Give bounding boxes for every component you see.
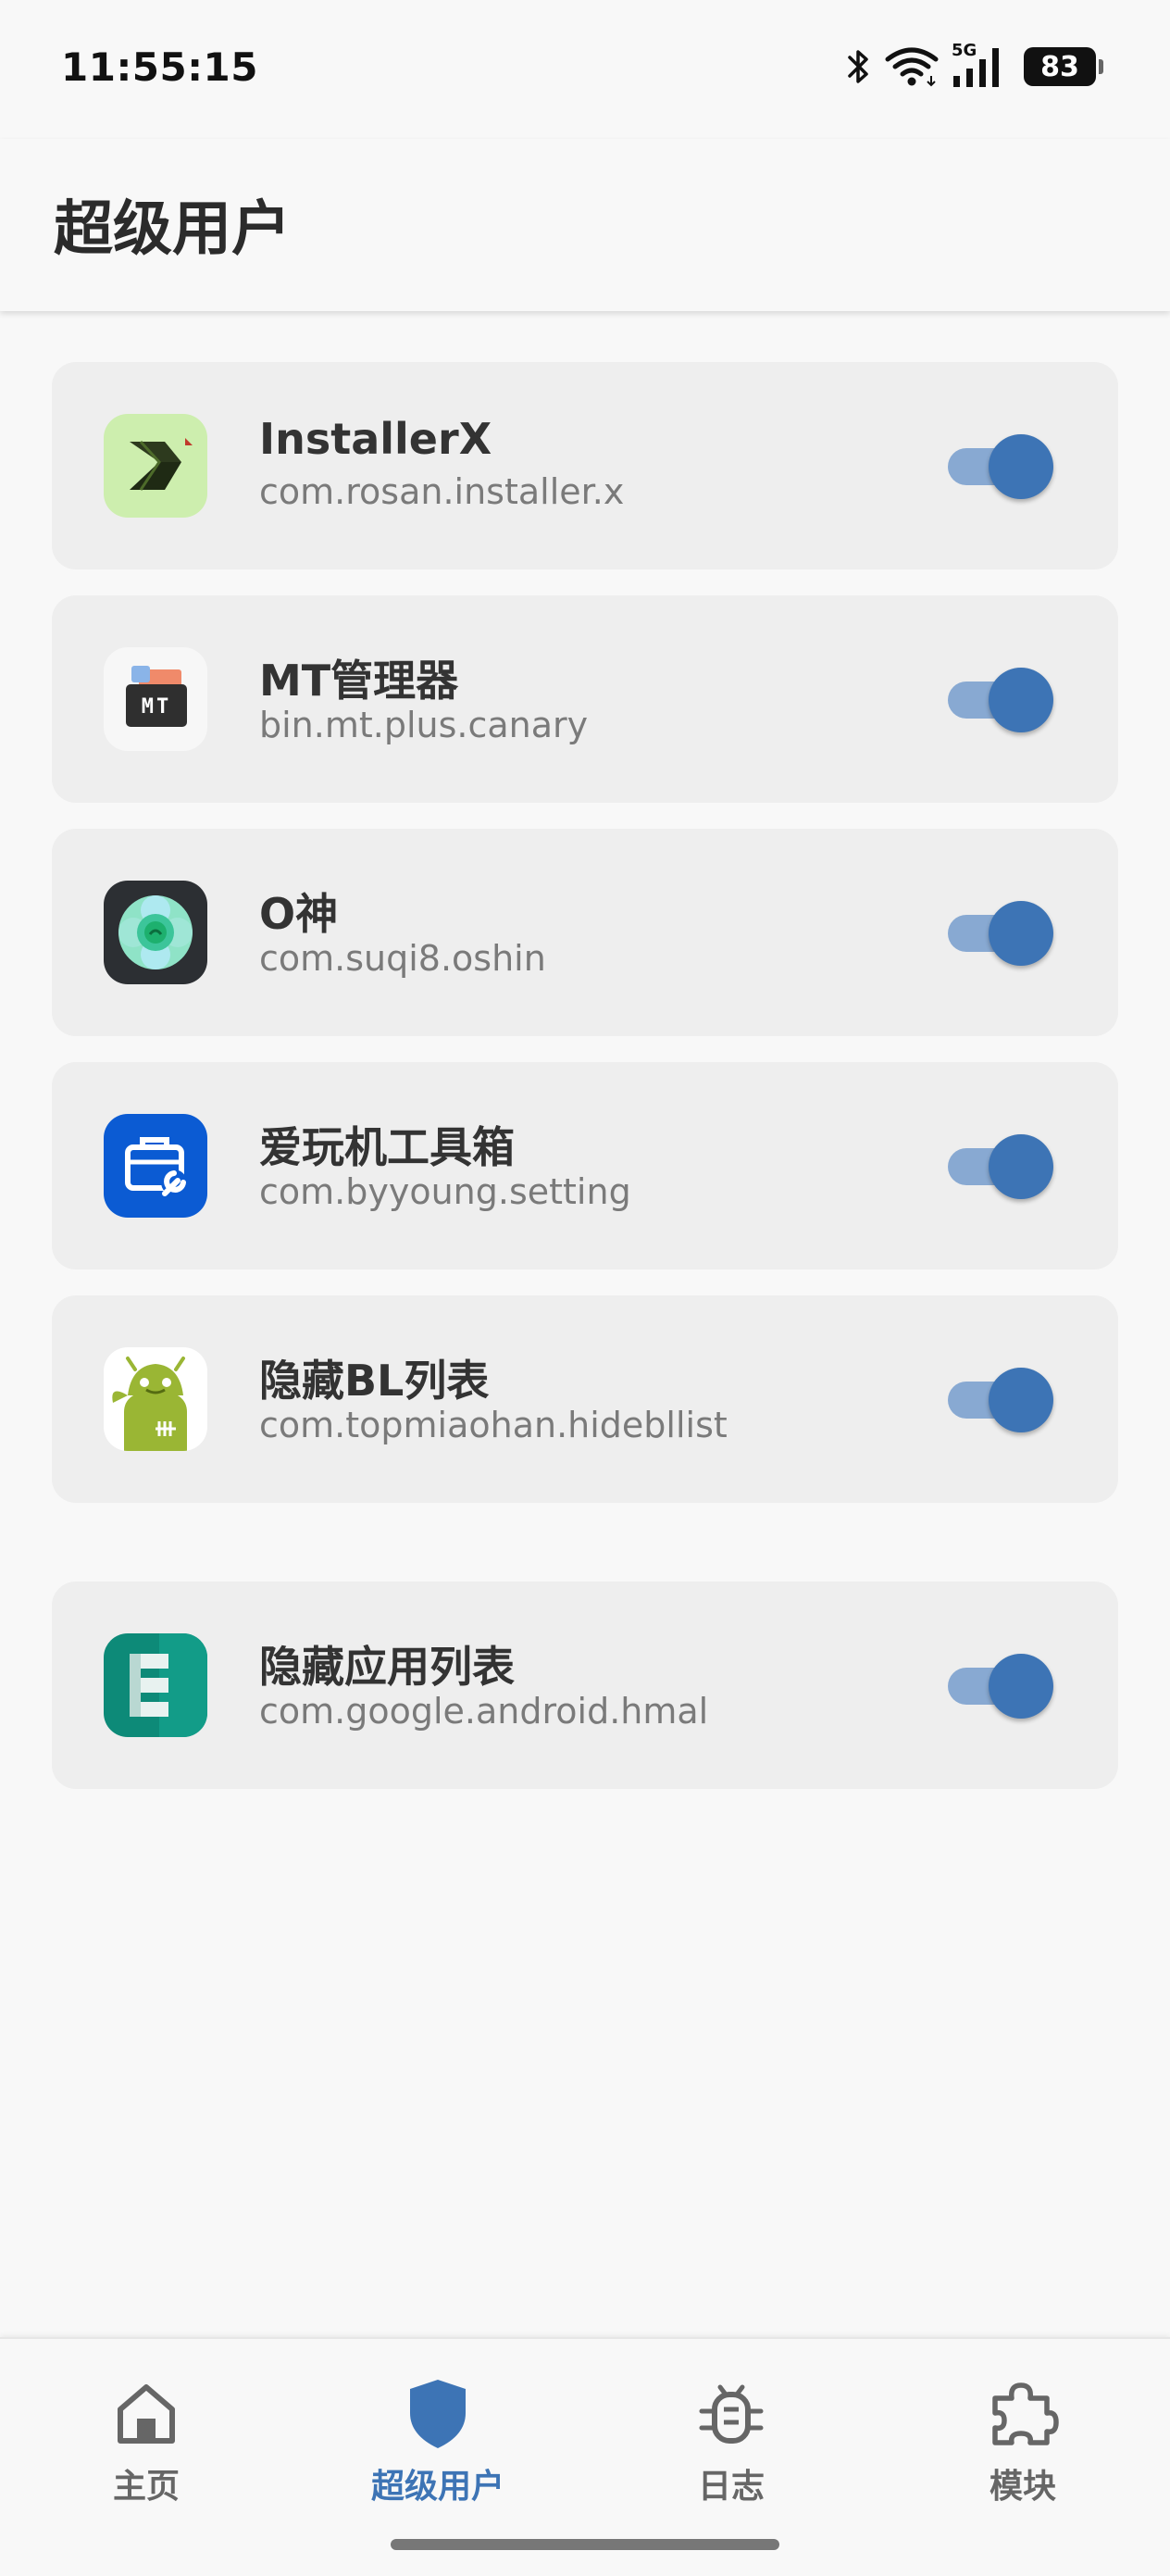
home-icon bbox=[109, 2376, 183, 2450]
app-list-item[interactable]: MT MT管理器 bin.mt.plus.canary bbox=[52, 595, 1118, 803]
superuser-toggle[interactable] bbox=[948, 1134, 1057, 1199]
app-name: O神 bbox=[259, 889, 339, 939]
toggle-thumb bbox=[989, 1654, 1053, 1719]
mt-icon-text: MT bbox=[141, 695, 172, 719]
toggle-thumb bbox=[989, 1134, 1053, 1199]
nav-item-superuser[interactable]: 超级用户 bbox=[345, 2376, 530, 2524]
app-name: 爱玩机工具箱 bbox=[259, 1122, 515, 1172]
hma-app-icon bbox=[104, 1633, 207, 1737]
bluetooth-icon bbox=[844, 46, 872, 87]
app-name: InstallerX bbox=[259, 414, 492, 464]
superuser-toggle[interactable] bbox=[948, 434, 1057, 499]
oshin-app-icon bbox=[104, 881, 207, 984]
installerx-app-icon bbox=[104, 414, 207, 518]
app-list-item[interactable]: O神 com.suqi8.oshin bbox=[52, 829, 1118, 1036]
nav-item-home[interactable]: 主页 bbox=[54, 2376, 239, 2524]
app-list-item[interactable]: 隐藏应用列表 com.google.android.hmal bbox=[52, 1582, 1118, 1789]
superuser-toggle[interactable] bbox=[948, 901, 1057, 966]
app-list-item[interactable]: 隐藏BL列表 com.topmiaohan.hidebllist bbox=[52, 1295, 1118, 1503]
shield-icon bbox=[401, 2376, 475, 2450]
wifi-icon bbox=[885, 46, 939, 87]
app-list-item[interactable]: InstallerX com.rosan.installer.x bbox=[52, 362, 1118, 569]
app-bar: 超级用户 bbox=[0, 139, 1170, 311]
app-package: com.rosan.installer.x bbox=[259, 471, 625, 512]
battery-icon: 83 bbox=[1024, 47, 1103, 86]
status-icons: 5G 83 bbox=[844, 41, 1103, 93]
status-time: 11:55:15 bbox=[61, 44, 258, 90]
superuser-toggle[interactable] bbox=[948, 1368, 1057, 1432]
toggle-thumb bbox=[989, 668, 1053, 732]
page-title: 超级用户 bbox=[54, 195, 291, 264]
app-package: com.topmiaohan.hidebllist bbox=[259, 1405, 728, 1445]
puzzle-icon bbox=[986, 2376, 1060, 2450]
nav-label: 模块 bbox=[989, 2468, 1056, 2506]
toggle-thumb bbox=[989, 1368, 1053, 1432]
nav-item-logs[interactable]: 日志 bbox=[639, 2376, 824, 2524]
app-package: com.suqi8.oshin bbox=[259, 938, 546, 979]
superuser-toggle[interactable] bbox=[948, 668, 1057, 732]
hidebl-app-icon bbox=[104, 1347, 207, 1451]
toggle-thumb bbox=[989, 434, 1053, 499]
superuser-toggle[interactable] bbox=[948, 1654, 1057, 1719]
home-indicator[interactable] bbox=[391, 2539, 779, 2550]
app-package: com.google.android.hmal bbox=[259, 1691, 709, 1732]
mt-manager-app-icon: MT bbox=[104, 647, 207, 751]
app-package: bin.mt.plus.canary bbox=[259, 705, 589, 745]
app-name: MT管理器 bbox=[259, 656, 459, 706]
nav-item-modules[interactable]: 模块 bbox=[930, 2376, 1115, 2524]
app-name: 隐藏BL列表 bbox=[259, 1356, 490, 1406]
nav-label: 日志 bbox=[697, 2468, 765, 2506]
app-name: 隐藏应用列表 bbox=[259, 1642, 515, 1692]
bug-icon bbox=[694, 2376, 768, 2450]
toolbox-app-icon bbox=[104, 1114, 207, 1218]
app-package: com.byyoung.setting bbox=[259, 1171, 631, 1212]
app-list-item[interactable]: 爱玩机工具箱 com.byyoung.setting bbox=[52, 1062, 1118, 1269]
signal-icon: 5G bbox=[952, 41, 1011, 89]
toggle-thumb bbox=[989, 901, 1053, 966]
status-bar: 11:55:15 5G 83 bbox=[0, 0, 1170, 139]
nav-label: 超级用户 bbox=[370, 2468, 504, 2506]
nav-label: 主页 bbox=[112, 2468, 180, 2506]
